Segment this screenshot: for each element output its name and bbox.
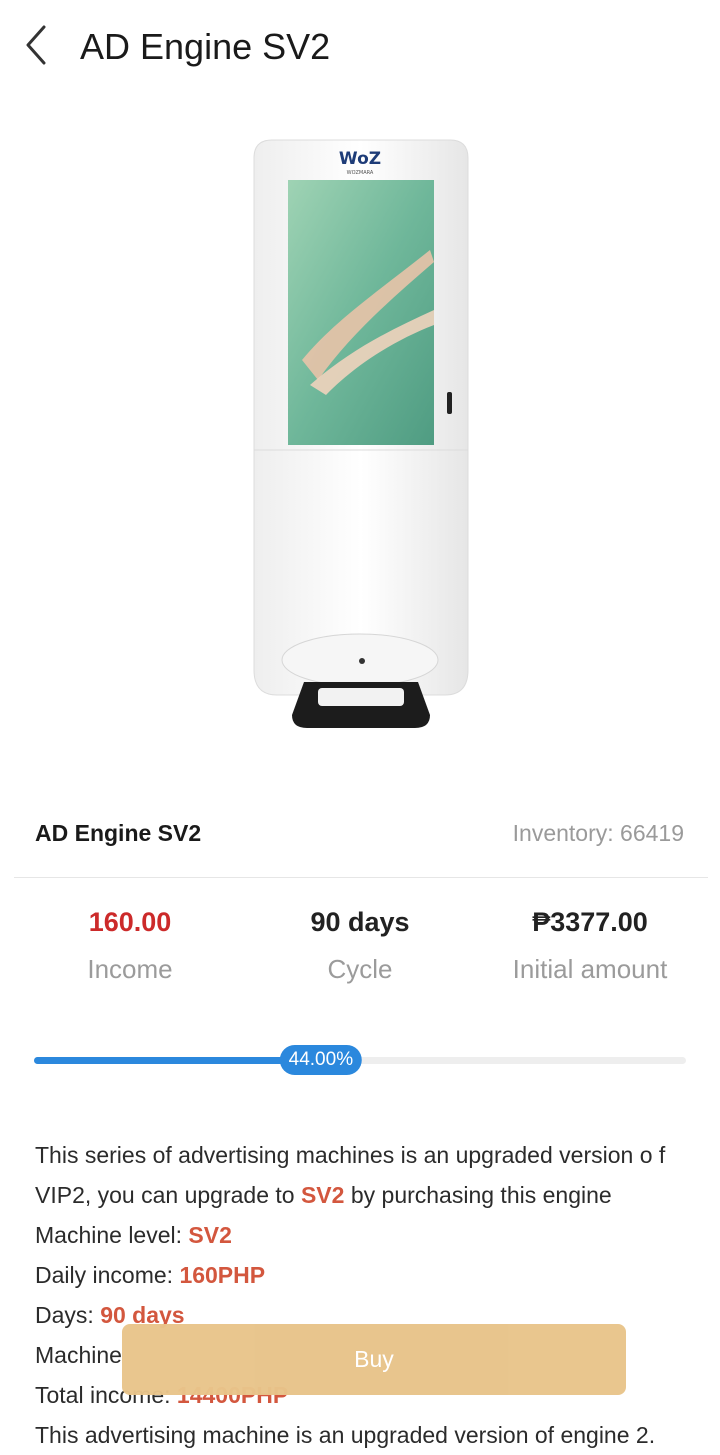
cycle-label: Cycle xyxy=(327,954,393,984)
cycle-value: 90 days xyxy=(310,907,410,937)
chevron-left-icon xyxy=(26,25,46,65)
stat-income: 160.00 Income xyxy=(10,900,250,994)
top-bar: AD Engine SV2 xyxy=(0,0,720,96)
initial-amount-label: Initial amount xyxy=(512,954,668,984)
stats-row: 160.00 Income 90 days Cycle ₱3377.00 Ini… xyxy=(0,900,720,1000)
product-image: WoZ WOZMARA xyxy=(240,130,480,740)
product-name: AD Engine SV2 xyxy=(35,820,202,846)
inventory-count: Inventory: 66419 xyxy=(512,820,684,846)
divider xyxy=(14,877,708,878)
income-label: Income xyxy=(87,954,173,984)
progress-bar: 44.00% xyxy=(34,1045,686,1075)
description-intro: This series of advertising machines is a… xyxy=(35,1142,666,1208)
initial-amount-value: ₱3377.00 xyxy=(532,907,648,937)
page-title: AD Engine SV2 xyxy=(80,26,331,67)
stat-cycle: 90 days Cycle xyxy=(240,900,480,994)
product-description: This series of advertising machines is a… xyxy=(35,1135,691,1455)
income-value: 160.00 xyxy=(88,907,172,937)
logo-text: WoZ xyxy=(339,149,381,169)
product-name-row: AD Engine SV2 Inventory: 66419 xyxy=(0,812,720,860)
stat-initial-amount: ₱3377.00 Initial amount xyxy=(470,900,710,994)
buy-button[interactable]: Buy xyxy=(122,1324,626,1395)
progress-percent-badge: 44.00% xyxy=(279,1045,363,1075)
back-button[interactable] xyxy=(16,20,56,70)
description-outro: This advertising machine is an upgraded … xyxy=(35,1422,656,1448)
description-daily-income: Daily income: 160PHP xyxy=(35,1262,266,1288)
progress-fill xyxy=(34,1057,321,1064)
description-machine-level: Machine level: SV2 xyxy=(35,1222,232,1248)
logo-subtext: WOZMARA xyxy=(347,170,374,176)
